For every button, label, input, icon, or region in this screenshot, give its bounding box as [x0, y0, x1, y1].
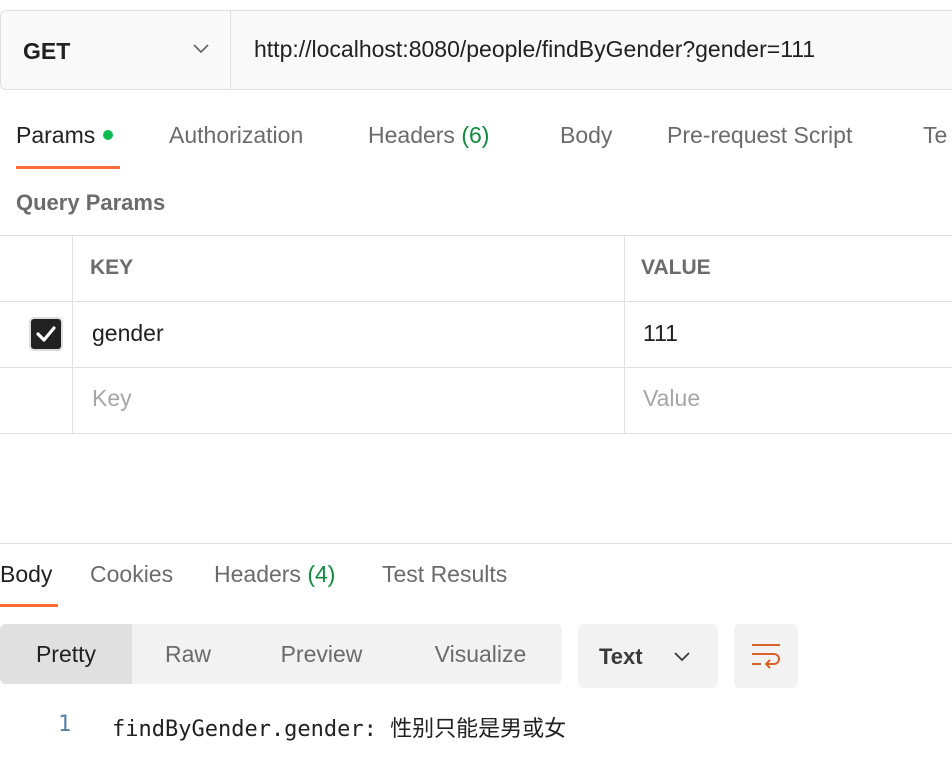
response-body-line: findByGender.gender: 性别只能是男或女 — [112, 717, 567, 742]
response-type-label: Text — [599, 644, 643, 669]
response-tab-body-underline — [0, 604, 58, 607]
response-tab-cookies[interactable]: Cookies — [90, 561, 173, 588]
response-tab-body[interactable]: Body — [0, 561, 52, 588]
format-mode-group: Pretty Raw Preview Visualize — [0, 624, 562, 684]
mode-raw[interactable]: Raw — [132, 624, 244, 684]
response-tab-headers-label: Headers — [214, 561, 301, 587]
wrap-lines-icon — [752, 644, 780, 669]
param-enabled-checkbox[interactable] — [29, 317, 63, 351]
table-border-top — [0, 235, 952, 236]
tab-headers-count: (6) — [461, 122, 490, 148]
tab-body[interactable]: Body — [560, 122, 612, 149]
mode-pretty[interactable]: Pretty — [0, 624, 132, 684]
url-bar: GET http://localhost:8080/people/findByG… — [0, 10, 952, 90]
mode-preview[interactable]: Preview — [244, 624, 399, 684]
table-divider — [0, 367, 952, 368]
new-value-input[interactable]: Value — [643, 385, 700, 412]
chevron-down-icon — [193, 44, 209, 54]
table-border-bottom — [0, 433, 952, 434]
tab-headers-label: Headers — [368, 122, 455, 148]
wrap-lines-button[interactable] — [734, 624, 798, 688]
method-select[interactable]: GET — [1, 11, 231, 89]
tab-headers[interactable]: Headers (6) — [368, 122, 489, 149]
checkmark-icon — [36, 326, 56, 342]
table-divider — [0, 301, 952, 302]
new-key-input[interactable]: Key — [92, 385, 132, 412]
tab-params[interactable]: Params — [16, 122, 114, 149]
query-params-title: Query Params — [16, 190, 166, 215]
mode-visualize[interactable]: Visualize — [399, 624, 562, 684]
line-number: 1 — [58, 712, 72, 737]
response-tab-headers-count: (4) — [307, 561, 336, 587]
tab-params-label: Params — [16, 122, 96, 148]
method-label: GET — [23, 38, 71, 64]
url-input[interactable]: http://localhost:8080/people/findByGende… — [254, 36, 815, 63]
response-tab-test-results[interactable]: Test Results — [382, 561, 507, 588]
response-type-select[interactable]: Text — [578, 624, 718, 688]
param-value-cell[interactable]: 111 — [643, 320, 678, 347]
column-header-key: KEY — [90, 256, 134, 279]
column-header-value: VALUE — [641, 256, 711, 279]
tab-prerequest-script[interactable]: Pre-request Script — [667, 122, 852, 149]
table-column-divider — [624, 235, 625, 433]
tab-authorization[interactable]: Authorization — [169, 122, 303, 149]
param-key-cell[interactable]: gender — [92, 320, 164, 347]
params-active-dot — [103, 129, 114, 140]
response-divider[interactable] — [0, 543, 952, 544]
response-tab-headers[interactable]: Headers (4) — [214, 561, 335, 588]
tab-tests[interactable]: Te — [923, 122, 947, 149]
chevron-down-icon — [674, 652, 690, 662]
table-column-divider — [72, 235, 73, 433]
tab-params-underline — [16, 166, 120, 169]
